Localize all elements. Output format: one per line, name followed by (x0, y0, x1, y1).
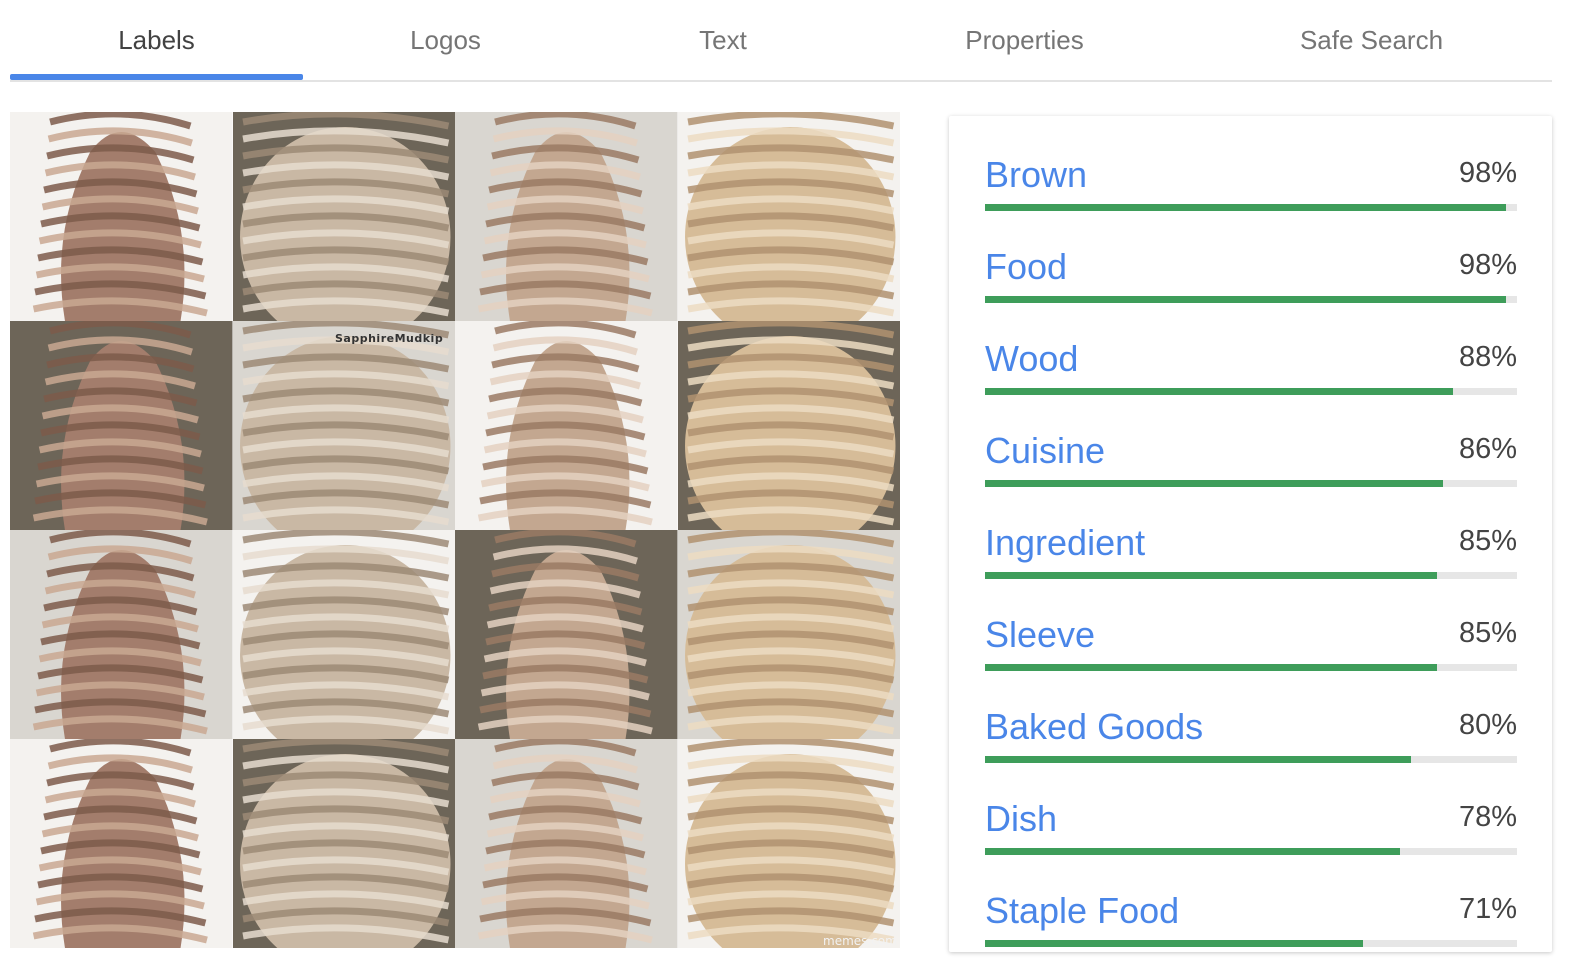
ice-cream-tile (10, 112, 233, 321)
label-result-row: Baked Goods 80% (985, 668, 1517, 763)
dog-tile (232, 739, 455, 948)
label-result-row: Brown 98% (985, 116, 1517, 211)
result-label[interactable]: Sleeve (985, 614, 1095, 656)
tab-logos[interactable]: Logos (303, 0, 588, 80)
result-label[interactable]: Ingredient (985, 522, 1145, 564)
result-score: 80% (1458, 709, 1517, 741)
ice-cream-tile (455, 321, 678, 530)
result-label[interactable]: Dish (985, 798, 1057, 840)
result-label[interactable]: Baked Goods (985, 706, 1203, 748)
ice-cream-tile (10, 739, 233, 948)
tab-text[interactable]: Text (588, 0, 858, 80)
score-bar-track (985, 940, 1517, 947)
dog-tile (677, 530, 900, 739)
result-score: 78% (1458, 801, 1517, 833)
label-result-row: Ingredient 85% (985, 484, 1517, 579)
dog-tile (677, 739, 900, 948)
result-label[interactable]: Brown (985, 154, 1087, 196)
label-result-row: Dish 78% (985, 760, 1517, 855)
result-label[interactable]: Food (985, 246, 1067, 288)
dog-tile (677, 112, 900, 321)
tab-row: Labels Logos Text Properties Safe Search (10, 0, 1552, 80)
ice-cream-tile (455, 739, 678, 948)
ice-cream-tile (10, 321, 233, 530)
dog-tile (232, 530, 455, 739)
tab-safe-search[interactable]: Safe Search (1191, 0, 1552, 80)
label-results-card: Brown 98% Food 98% Wood 88% Cuisine 86% Ingredie… (949, 116, 1552, 952)
ice-cream-tile (455, 530, 678, 739)
result-label[interactable]: Cuisine (985, 430, 1105, 472)
dog-tile (232, 321, 455, 530)
ice-cream-tile (10, 530, 233, 739)
result-score: 85% (1458, 525, 1517, 557)
result-score: 85% (1458, 617, 1517, 649)
label-result-row: Sleeve 85% (985, 576, 1517, 671)
score-bar-fill (985, 940, 1363, 947)
watermark-bottom: memes.com (823, 934, 897, 948)
result-label[interactable]: Wood (985, 338, 1078, 380)
label-result-row: Food 98% (985, 208, 1517, 303)
watermark-top: SapphireMudkip (335, 332, 444, 345)
analyzed-image (10, 112, 900, 948)
tab-divider (10, 80, 1552, 82)
result-score: 98% (1458, 249, 1517, 281)
label-result-row: Staple Food 71% (985, 852, 1517, 947)
tab-properties[interactable]: Properties (858, 0, 1191, 80)
dog-tile (232, 112, 455, 321)
ice-cream-tile (455, 112, 678, 321)
result-score: 88% (1458, 341, 1517, 373)
tab-bar: Labels Logos Text Properties Safe Search (0, 0, 1586, 82)
label-result-row: Wood 88% (985, 300, 1517, 395)
result-score: 71% (1458, 893, 1517, 925)
dog-tile (677, 321, 900, 530)
result-score: 98% (1458, 157, 1517, 189)
tab-labels[interactable]: Labels (10, 0, 303, 80)
result-label[interactable]: Staple Food (985, 890, 1179, 932)
result-score: 86% (1458, 433, 1517, 465)
label-result-row: Cuisine 86% (985, 392, 1517, 487)
